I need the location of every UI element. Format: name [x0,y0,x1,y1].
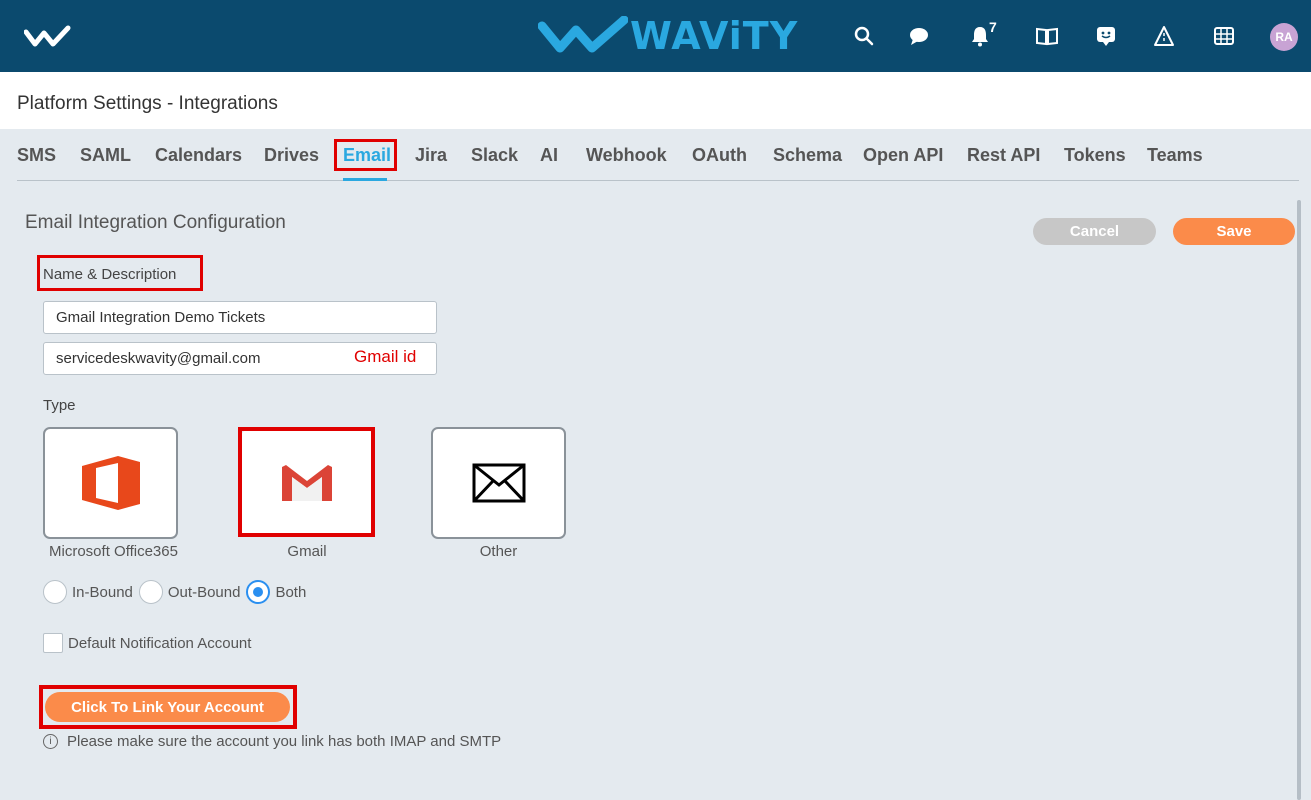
name-description-label: Name & Description [43,266,177,283]
top-bar: WAViTY 7 RA [0,0,1311,72]
grid-icon[interactable] [1210,22,1238,50]
road-icon[interactable] [1150,22,1178,50]
brand-logo: WAViTY [538,14,798,58]
feedback-icon[interactable] [1092,22,1120,50]
active-tab-indicator [343,178,387,181]
brand-name: WAViTY [630,14,799,58]
page-title: Platform Settings - Integrations [17,93,278,114]
cancel-button[interactable]: Cancel [1033,218,1156,245]
gmail-icon [280,463,334,503]
gmail-id-annotation: Gmail id [354,347,417,366]
tab-rest-api[interactable]: Rest API [967,145,1040,166]
tab-sms[interactable]: SMS [17,145,56,166]
envelope-icon [472,463,525,503]
section-title: Email Integration Configuration [25,212,286,233]
radio-outbound[interactable] [138,580,163,604]
name-input[interactable] [43,301,437,334]
chat-icon[interactable] [905,22,933,50]
tab-teams[interactable]: Teams [1147,145,1203,166]
type-label: Type [43,397,76,414]
type-label-other: Other [479,543,518,560]
link-account-button[interactable]: Click To Link Your Account [45,692,290,722]
type-label-office365: Microsoft Office365 [49,543,178,560]
wavity-mark-icon [538,16,628,53]
direction-radio-group: In-Bound Out-Bound Both [43,580,312,604]
info-text: Please make sure the account you link ha… [67,733,502,750]
type-card-other[interactable] [431,427,566,539]
notification-count: 7 [989,19,997,35]
office365-icon [81,456,140,510]
tab-saml[interactable]: SAML [80,145,131,166]
radio-inbound-label: In-Bound [72,583,133,601]
integration-tabs: SMS SAML Calendars Drives Email Jira Sla… [17,141,1299,181]
tab-schema[interactable]: Schema [773,145,842,166]
tab-drives[interactable]: Drives [264,145,319,166]
tab-email[interactable]: Email [343,145,391,166]
book-icon[interactable] [1033,22,1061,50]
radio-both-label: Both [275,583,307,601]
search-icon[interactable] [850,22,878,50]
tab-slack[interactable]: Slack [471,145,518,166]
type-card-office365[interactable] [43,427,178,539]
tab-jira[interactable]: Jira [415,145,447,166]
info-message: i Please make sure the account you link … [43,733,501,750]
type-card-gmail[interactable] [241,430,373,536]
info-icon: i [43,734,58,749]
save-button[interactable]: Save [1173,218,1295,245]
tab-open-api[interactable]: Open API [863,145,943,166]
default-notification-label: Default Notification Account [68,635,252,652]
menu-logo-icon[interactable] [24,24,72,50]
type-label-gmail: Gmail [287,543,327,560]
tab-tokens[interactable]: Tokens [1064,145,1126,166]
scrollbar[interactable] [1297,200,1301,800]
default-notification-checkbox[interactable] [43,633,63,653]
radio-inbound[interactable] [43,580,67,604]
user-avatar[interactable]: RA [1270,23,1298,51]
tab-oauth[interactable]: OAuth [692,145,747,166]
radio-outbound-label: Out-Bound [167,583,241,601]
tab-webhook[interactable]: Webhook [586,145,667,166]
radio-both[interactable] [246,580,271,604]
tab-ai[interactable]: AI [540,145,558,166]
tab-calendars[interactable]: Calendars [155,145,242,166]
